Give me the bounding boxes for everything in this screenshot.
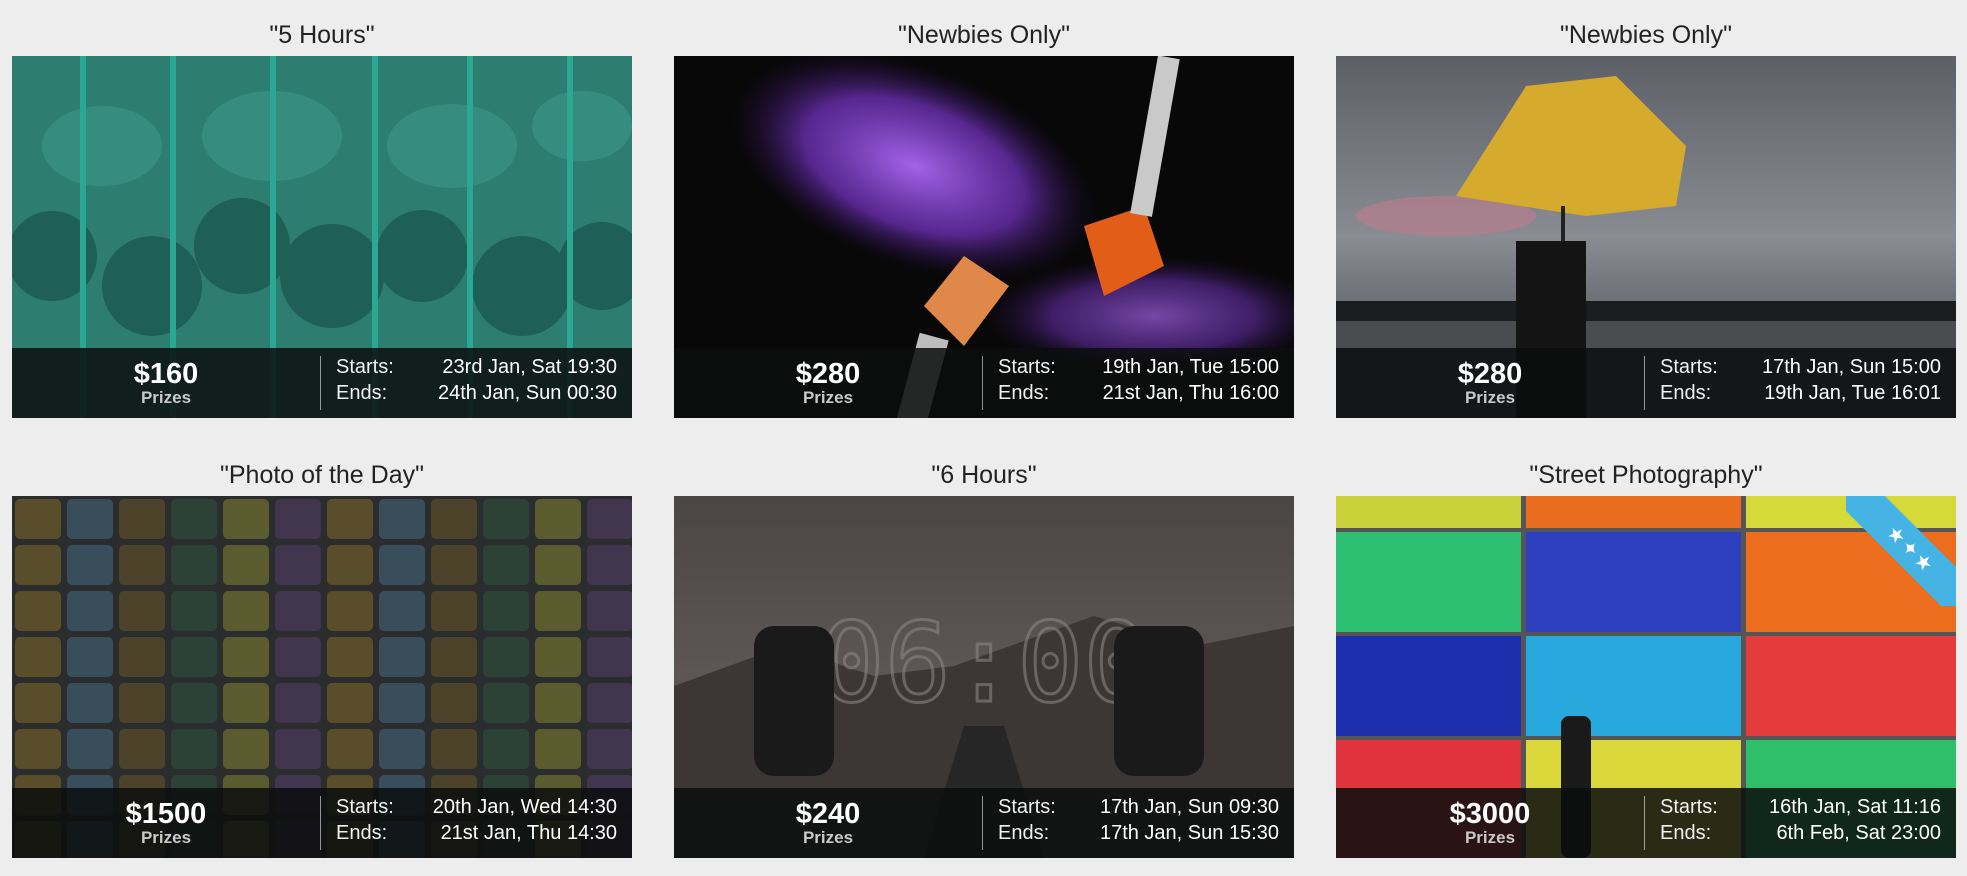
prize-block: $1500 Prizes <box>12 796 321 850</box>
contest-thumbnail[interactable]: $280 Prizes Starts: 17th Jan, Sun 15:00 E… <box>1336 56 1956 418</box>
contest-thumbnail[interactable]: 06:00 $240 Prizes Starts: 17th Jan, Sun 0… <box>674 496 1294 858</box>
starts-label: Starts: <box>998 356 1056 378</box>
contest-info-bar: $280 Prizes Starts: 19th Jan, Tue 15:00 E… <box>674 348 1294 418</box>
contest-info-bar: $280 Prizes Starts: 17th Jan, Sun 15:00 E… <box>1336 348 1956 418</box>
prize-amount: $280 <box>1457 358 1523 390</box>
starts-label: Starts: <box>998 796 1056 818</box>
starts-value: 16th Jan, Sat 11:16 <box>1769 796 1941 818</box>
ends-value: 21st Jan, Thu 14:30 <box>440 822 617 844</box>
contest-info-bar: $3000 Prizes Starts: 16th Jan, Sat 11:16 … <box>1336 788 1956 858</box>
contest-title[interactable]: "Newbies Only" <box>1336 0 1956 56</box>
ends-label: Ends: <box>336 822 388 844</box>
ends-value: 21st Jan, Thu 16:00 <box>1102 382 1279 404</box>
contest-info-bar: $160 Prizes Starts: 23rd Jan, Sat 19:30 E… <box>12 348 632 418</box>
contest-card[interactable]: "5 Hours" $160 Prizes Starts: 23rd Jan, … <box>12 0 632 418</box>
ends-value: 17th Jan, Sun 15:30 <box>1099 822 1279 844</box>
prize-block: $160 Prizes <box>12 356 321 410</box>
prize-label: Prizes <box>802 828 854 847</box>
contest-card[interactable]: "6 Hours" 06:00 $240 Prizes Starts: 17th… <box>674 440 1294 858</box>
ends-label: Ends: <box>998 822 1050 844</box>
contest-dates: Starts: 16th Jan, Sat 11:16 Ends: 6th Feb,… <box>1645 788 1956 858</box>
ends-label: Ends: <box>1660 382 1712 404</box>
contest-thumbnail[interactable]: $160 Prizes Starts: 23rd Jan, Sat 19:30 E… <box>12 56 632 418</box>
starts-value: 23rd Jan, Sat 19:30 <box>442 356 617 378</box>
contest-card[interactable]: "Street Photography" ★✦★ $3000 Prizes St… <box>1336 440 1956 858</box>
starts-value: 19th Jan, Tue 15:00 <box>1102 356 1279 378</box>
prize-label: Prizes <box>140 828 192 847</box>
contest-title[interactable]: "Street Photography" <box>1336 440 1956 496</box>
prize-amount: $1500 <box>125 798 207 830</box>
contest-title[interactable]: "Photo of the Day" <box>12 440 632 496</box>
prize-amount: $160 <box>133 358 199 390</box>
contest-dates: Starts: 17th Jan, Sun 15:00 Ends: 19th Jan… <box>1645 348 1956 418</box>
prize-label: Prizes <box>140 388 192 407</box>
contest-card[interactable]: "Photo of the Day" $1500 Prizes Starts: 2… <box>12 440 632 858</box>
starts-label: Starts: <box>1660 356 1718 378</box>
prize-block: $3000 Prizes <box>1336 796 1645 850</box>
prize-block: $280 Prizes <box>1336 356 1645 410</box>
contest-info-bar: $1500 Prizes Starts: 20th Jan, Wed 14:30 … <box>12 788 632 858</box>
ends-label: Ends: <box>336 382 388 404</box>
starts-value: 20th Jan, Wed 14:30 <box>432 796 617 818</box>
contest-thumbnail[interactable]: $1500 Prizes Starts: 20th Jan, Wed 14:30 … <box>12 496 632 858</box>
starts-label: Starts: <box>1660 796 1718 818</box>
contest-grid: "5 Hours" $160 Prizes Starts: 23rd Jan, … <box>0 0 1967 876</box>
prize-amount: $3000 <box>1449 798 1531 830</box>
clock-text: 06:00 <box>818 599 1149 727</box>
award-stars-icon: ★✦★ <box>1846 496 1956 606</box>
contest-card[interactable]: "Newbies Only" <box>674 0 1294 418</box>
ends-value: 19th Jan, Tue 16:01 <box>1764 382 1941 404</box>
contest-title[interactable]: "Newbies Only" <box>674 0 1294 56</box>
prize-label: Prizes <box>802 388 854 407</box>
prize-label: Prizes <box>1464 388 1516 407</box>
starts-label: Starts: <box>336 356 394 378</box>
featured-ribbon: ★✦★ <box>1846 496 1956 606</box>
contest-card[interactable]: "Newbies Only" <box>1336 0 1956 418</box>
contest-dates: Starts: 23rd Jan, Sat 19:30 Ends: 24th Jan… <box>321 348 632 418</box>
prize-block: $280 Prizes <box>674 356 983 410</box>
starts-label: Starts: <box>336 796 394 818</box>
prize-amount: $280 <box>795 358 861 390</box>
contest-thumbnail[interactable]: $280 Prizes Starts: 19th Jan, Tue 15:00 E… <box>674 56 1294 418</box>
starts-value: 17th Jan, Sun 09:30 <box>1099 796 1279 818</box>
contest-dates: Starts: 19th Jan, Tue 15:00 Ends: 21st Jan… <box>983 348 1294 418</box>
prize-amount: $240 <box>795 798 861 830</box>
ends-value: 24th Jan, Sun 00:30 <box>437 382 617 404</box>
starts-value: 17th Jan, Sun 15:00 <box>1761 356 1941 378</box>
contest-title[interactable]: "5 Hours" <box>12 0 632 56</box>
prize-label: Prizes <box>1464 828 1516 847</box>
ends-label: Ends: <box>1660 822 1712 844</box>
contest-dates: Starts: 20th Jan, Wed 14:30 Ends: 21st Jan… <box>321 788 632 858</box>
contest-title[interactable]: "6 Hours" <box>674 440 1294 496</box>
contest-info-bar: $240 Prizes Starts: 17th Jan, Sun 09:30 E… <box>674 788 1294 858</box>
contest-dates: Starts: 17th Jan, Sun 09:30 Ends: 17th Jan… <box>983 788 1294 858</box>
contest-thumbnail[interactable]: ★✦★ $3000 Prizes Starts: 16th Jan, Sat 11… <box>1336 496 1956 858</box>
ends-value: 6th Feb, Sat 23:00 <box>1776 822 1941 844</box>
ends-label: Ends: <box>998 382 1050 404</box>
prize-block: $240 Prizes <box>674 796 983 850</box>
